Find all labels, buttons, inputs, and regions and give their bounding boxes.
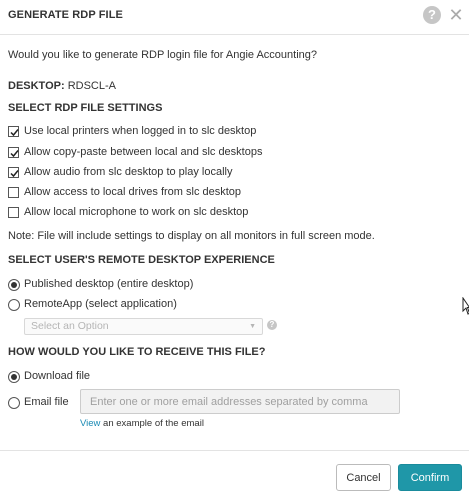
desktop-line: DESKTOP: RDSCL-A — [8, 80, 116, 92]
radio-download-file[interactable] — [8, 371, 20, 383]
checkbox-label: Allow access to local drives from slc de… — [24, 186, 242, 198]
checkbox-local-drives[interactable] — [8, 187, 19, 198]
radio-label: Download file — [24, 370, 91, 382]
checkbox-label: Allow audio from slc desktop to play loc… — [24, 166, 233, 178]
dialog-header: GENERATE RDP FILE ? ✕ — [0, 0, 469, 35]
check-icon — [10, 170, 19, 178]
checkbox-local-printers[interactable] — [8, 126, 19, 137]
prompt-text: Would you like to generate RDP login fil… — [8, 49, 318, 61]
checkbox-label: Allow copy-paste between local and slc d… — [24, 146, 263, 158]
view-example-link[interactable]: View — [80, 418, 100, 429]
checkbox-microphone[interactable] — [8, 207, 19, 218]
rdp-settings-heading: SELECT RDP FILE SETTINGS — [8, 102, 163, 114]
cancel-button[interactable]: Cancel — [336, 464, 391, 491]
check-icon — [10, 150, 19, 158]
radio-label: Published desktop (entire desktop) — [24, 278, 194, 290]
checkbox-copy-paste[interactable] — [8, 147, 19, 158]
radio-remoteapp[interactable] — [8, 299, 20, 311]
radio-published-desktop[interactable] — [8, 279, 20, 291]
close-icon[interactable]: ✕ — [448, 6, 464, 24]
desktop-value: RDSCL-A — [67, 80, 116, 92]
radio-label: Email file — [24, 396, 69, 408]
radio-label: RemoteApp (select application) — [24, 298, 177, 310]
chevron-down-icon: ▼ — [249, 323, 256, 330]
checkbox-label: Use local printers when logged in to slc… — [24, 125, 257, 137]
check-icon — [10, 129, 19, 137]
receive-heading: HOW WOULD YOU LIKE TO RECEIVE THIS FILE? — [8, 346, 266, 358]
checkbox-label: Allow local microphone to work on slc de… — [24, 206, 249, 218]
checkbox-audio[interactable] — [8, 167, 19, 178]
email-input[interactable] — [80, 389, 400, 414]
application-select[interactable]: Select an Option ▼ — [24, 318, 263, 335]
desktop-label: DESKTOP: — [8, 80, 65, 92]
view-example: View an example of the email — [80, 418, 204, 429]
help-icon[interactable]: ? — [267, 320, 277, 330]
radio-email-file[interactable] — [8, 397, 20, 409]
select-placeholder: Select an Option — [31, 320, 109, 332]
experience-heading: SELECT USER'S REMOTE DESKTOP EXPERIENCE — [8, 254, 275, 266]
monitors-note: Note: File will include settings to disp… — [8, 230, 375, 242]
help-icon[interactable]: ? — [423, 6, 441, 24]
resize-cursor-icon — [462, 297, 469, 315]
confirm-button[interactable]: Confirm — [398, 464, 462, 491]
view-example-text: an example of the email — [100, 418, 204, 429]
dialog-footer-divider — [0, 450, 469, 451]
dialog-title: GENERATE RDP FILE — [8, 9, 123, 21]
